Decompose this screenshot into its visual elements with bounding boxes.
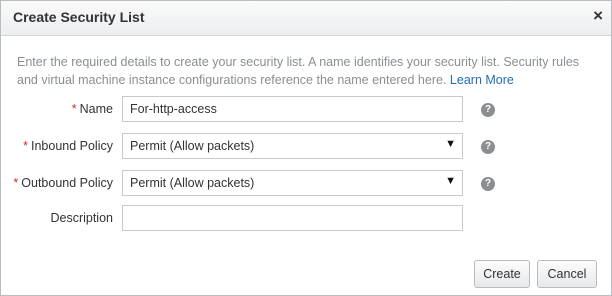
outbound-policy-select[interactable]: Permit (Allow packets) ▼ xyxy=(122,170,463,196)
outbound-policy-help-icon[interactable]: ? xyxy=(481,177,495,191)
name-input[interactable]: For-http-access xyxy=(122,96,463,122)
description-input[interactable] xyxy=(122,205,463,231)
cancel-button[interactable]: Cancel xyxy=(537,260,597,288)
name-label: * Name xyxy=(72,102,113,116)
intro-text: Enter the required details to create you… xyxy=(17,53,597,89)
dialog-header: Create Security List × xyxy=(1,1,611,36)
description-label: Description xyxy=(50,211,113,225)
dialog-title: Create Security List xyxy=(13,9,145,25)
create-security-list-dialog: Create Security List × Enter the require… xyxy=(0,0,612,296)
inbound-policy-help-icon[interactable]: ? xyxy=(481,140,495,154)
name-label-text: Name xyxy=(79,102,113,116)
required-marker: * xyxy=(13,176,19,190)
inbound-policy-label-text: Inbound Policy xyxy=(30,139,113,153)
create-button[interactable]: Create xyxy=(474,260,530,288)
close-icon[interactable]: × xyxy=(593,6,603,26)
outbound-policy-value: Permit (Allow packets) xyxy=(130,176,255,190)
required-marker: * xyxy=(23,139,28,153)
learn-more-link[interactable]: Learn More xyxy=(450,73,514,87)
name-input-value: For-http-access xyxy=(130,102,217,116)
inbound-policy-value: Permit (Allow packets) xyxy=(130,139,255,153)
required-marker: * xyxy=(71,102,77,116)
outbound-policy-label-text: Outbound Policy xyxy=(21,176,113,190)
outbound-policy-label: * Outbound Policy xyxy=(13,176,113,190)
name-help-icon[interactable]: ? xyxy=(481,103,495,117)
inbound-policy-label: * Inbound Policy xyxy=(23,139,113,153)
chevron-down-icon: ▼ xyxy=(445,138,456,150)
inbound-policy-select[interactable]: Permit (Allow packets) ▼ xyxy=(122,133,463,159)
chevron-down-icon: ▼ xyxy=(445,175,456,187)
